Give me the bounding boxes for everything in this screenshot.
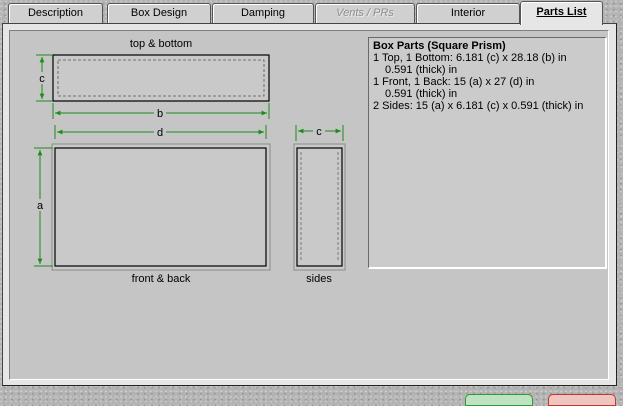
tab-box-design[interactable]: Box Design	[107, 3, 211, 23]
tab-vents-prs[interactable]: Vents / PRs	[315, 3, 415, 23]
front-back-panel	[54, 147, 267, 267]
tab-damping-label: Damping	[240, 7, 286, 19]
tab-vents-prs-label: Vents / PRs	[336, 7, 394, 19]
top-bottom-label: top & bottom	[130, 38, 192, 50]
sides-label: sides	[306, 273, 332, 285]
parts-list-inner: top & bottom c b d a front & back c side…	[9, 30, 609, 380]
dim-b-label: b	[157, 108, 163, 120]
tab-interior-label: Interior	[450, 7, 486, 19]
dim-c2-label: c	[316, 126, 322, 138]
parts-title: Box Parts (Square Prism)	[373, 40, 506, 52]
top-bottom-panel	[52, 54, 270, 102]
part-line-front-back-cont: 0.591 (thick) in	[385, 88, 458, 100]
tab-box-design-label: Box Design	[130, 7, 188, 19]
tab-parts-list-label: Parts List	[536, 6, 587, 18]
cancel-button[interactable]	[548, 394, 616, 406]
dim-a-label: a	[37, 200, 44, 212]
parts-list-box: Box Parts (Square Prism) 1 Top, 1 Bottom…	[368, 37, 607, 269]
part-line-top-bottom-cont: 0.591 (thick) in	[385, 64, 458, 76]
tab-description[interactable]: Description	[8, 3, 103, 23]
parts-list-panel: top & bottom c b d a front & back c side…	[2, 23, 617, 386]
front-back-label: front & back	[132, 273, 191, 285]
tab-description-label: Description	[27, 7, 84, 19]
part-line-sides: 2 Sides: 15 (a) x 6.181 (c) x 0.591 (thi…	[373, 100, 584, 112]
tab-parts-list[interactable]: Parts List	[520, 1, 603, 25]
dim-c-label: c	[39, 73, 45, 85]
part-line-top-bottom: 1 Top, 1 Bottom: 6.181 (c) x 28.18 (b) i…	[373, 52, 567, 64]
ok-button[interactable]	[465, 394, 533, 406]
dim-d-label: d	[157, 127, 163, 139]
tab-interior[interactable]: Interior	[416, 3, 520, 23]
tab-damping[interactable]: Damping	[212, 3, 314, 23]
sides-panel	[296, 147, 343, 267]
part-line-front-back: 1 Front, 1 Back: 15 (a) x 27 (d) in	[373, 76, 535, 88]
